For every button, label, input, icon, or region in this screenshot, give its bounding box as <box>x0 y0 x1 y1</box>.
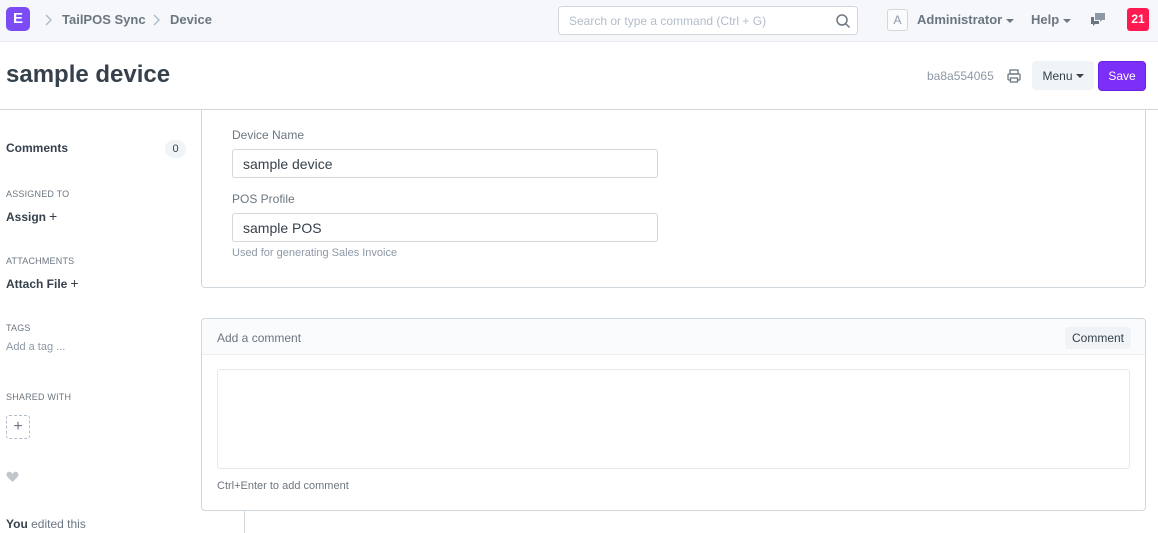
pos-profile-help-text: Used for generating Sales Invoice <box>232 247 398 259</box>
comment-box-title: Add a comment <box>217 331 302 345</box>
search-input[interactable] <box>559 7 829 34</box>
breadcrumb-tailpos-sync[interactable]: TailPOS Sync <box>62 12 146 28</box>
activity-text: edited this <box>27 517 86 531</box>
shared-with-heading: SHARED WITH <box>6 392 72 402</box>
breadcrumb-device[interactable]: Device <box>170 12 212 28</box>
help-menu[interactable]: Help <box>1031 12 1072 28</box>
page-title: sample device <box>6 61 171 88</box>
add-tag-link[interactable]: Add a tag ... <box>6 341 65 353</box>
activity-user: You <box>6 517 28 531</box>
chat-icon[interactable] <box>1089 11 1107 29</box>
sidebar-comments-label[interactable]: Comments <box>6 141 68 155</box>
assign-button[interactable]: Assign + <box>6 208 57 224</box>
caret-down-icon <box>1063 18 1072 23</box>
assign-label: Assign <box>6 210 47 224</box>
caret-down-icon <box>1006 18 1015 23</box>
search-icon[interactable] <box>835 13 851 29</box>
comments-count-badge: 0 <box>165 140 186 158</box>
heart-icon[interactable] <box>6 471 19 483</box>
form-section <box>201 110 1146 288</box>
chevron-right-icon <box>153 14 161 26</box>
attach-file-label: Attach File <box>6 277 68 291</box>
comment-box: Add a comment Comment Ctrl+Enter to add … <box>201 318 1146 511</box>
pos-profile-label: POS Profile <box>232 192 295 206</box>
plus-icon: + <box>49 208 58 224</box>
menu-button[interactable]: Menu <box>1032 61 1094 90</box>
comment-box-header: Add a comment Comment <box>202 319 1145 355</box>
chevron-right-icon <box>45 14 53 26</box>
menu-button-label: Menu <box>1042 68 1073 83</box>
comment-hint: Ctrl+Enter to add comment <box>217 480 349 492</box>
timeline-line <box>244 511 245 533</box>
add-share-button[interactable]: + <box>6 415 30 439</box>
caret-down-icon <box>1075 74 1084 79</box>
device-name-input[interactable] <box>232 149 658 178</box>
navbar: E TailPOS Sync Device A Administrator He… <box>0 0 1158 42</box>
save-button[interactable]: Save <box>1098 61 1146 91</box>
help-menu-label: Help <box>1031 12 1060 27</box>
notification-badge[interactable]: 21 <box>1127 8 1149 31</box>
user-menu-label: Administrator <box>917 12 1003 27</box>
search-bar <box>558 6 858 35</box>
attachments-heading: ATTACHMENTS <box>6 256 75 266</box>
avatar[interactable]: A <box>887 9 908 31</box>
attach-file-button[interactable]: Attach File + <box>6 275 79 291</box>
comment-textarea[interactable] <box>217 369 1130 469</box>
device-name-label: Device Name <box>232 128 305 142</box>
user-menu[interactable]: Administrator <box>917 12 1015 28</box>
print-icon[interactable] <box>1006 68 1022 84</box>
comment-button[interactable]: Comment <box>1065 327 1131 349</box>
document-id: ba8a554065 <box>927 69 994 83</box>
activity-item: You edited this <box>6 517 86 531</box>
app-logo[interactable]: E <box>6 7 30 31</box>
plus-icon: + <box>70 275 79 291</box>
pos-profile-input[interactable] <box>232 213 658 242</box>
tags-heading: TAGS <box>6 323 31 333</box>
assigned-to-heading: ASSIGNED TO <box>6 189 70 199</box>
